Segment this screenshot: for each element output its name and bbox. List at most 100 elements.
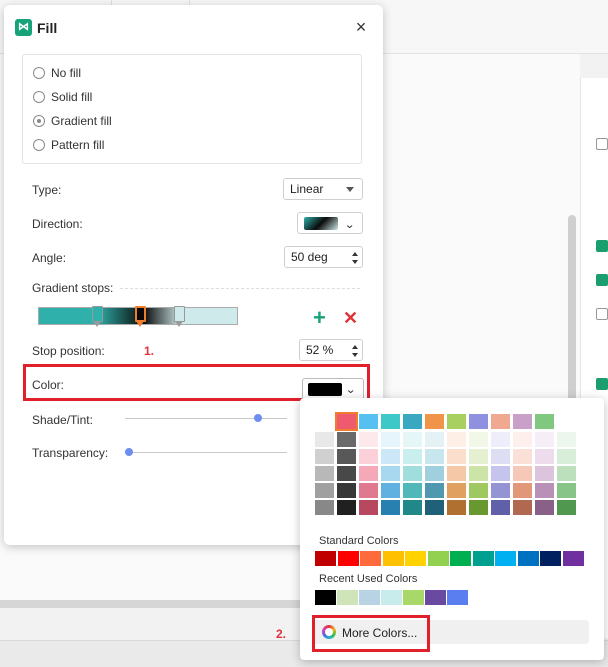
theme-shade-swatch[interactable]: [469, 432, 488, 447]
theme-shade-swatch[interactable]: [381, 466, 400, 481]
theme-shade-swatch[interactable]: [337, 466, 356, 481]
panel-checkbox[interactable]: [596, 274, 608, 286]
theme-shade-swatch[interactable]: [491, 483, 510, 498]
theme-shade-swatch[interactable]: [447, 432, 466, 447]
theme-shade-swatch[interactable]: [315, 500, 334, 515]
theme-shade-swatch[interactable]: [359, 449, 378, 464]
direction-select[interactable]: ⌄: [297, 212, 363, 234]
theme-shade-swatch[interactable]: [557, 483, 576, 498]
recent-color-swatch[interactable]: [315, 590, 336, 605]
recent-color-swatch[interactable]: [403, 590, 424, 605]
recent-color-swatch[interactable]: [359, 590, 380, 605]
transparency-knob[interactable]: [125, 448, 133, 456]
panel-checkbox[interactable]: [596, 308, 608, 320]
theme-shade-swatch[interactable]: [535, 449, 554, 464]
theme-shade-swatch[interactable]: [425, 500, 444, 515]
radio-no-fill[interactable]: No fill: [33, 64, 81, 82]
recent-color-swatch[interactable]: [425, 590, 446, 605]
standard-color-swatch[interactable]: [540, 551, 561, 566]
theme-shade-swatch[interactable]: [315, 449, 334, 464]
theme-color-swatch[interactable]: [513, 414, 532, 429]
panel-checkbox[interactable]: [596, 378, 608, 390]
theme-shade-swatch[interactable]: [425, 432, 444, 447]
gradient-stop-handle[interactable]: [174, 306, 185, 328]
theme-shade-swatch[interactable]: [403, 449, 422, 464]
theme-shade-swatch[interactable]: [491, 432, 510, 447]
theme-shade-swatch[interactable]: [513, 432, 532, 447]
theme-shade-swatch[interactable]: [359, 432, 378, 447]
theme-shade-swatch[interactable]: [447, 449, 466, 464]
theme-shade-swatch[interactable]: [447, 466, 466, 481]
add-stop-icon[interactable]: +: [313, 307, 326, 329]
spin-up-icon[interactable]: [352, 252, 358, 256]
radio-gradient-fill[interactable]: Gradient fill: [33, 112, 112, 130]
panel-checkbox[interactable]: [596, 240, 608, 252]
theme-shade-swatch[interactable]: [315, 483, 334, 498]
standard-color-swatch[interactable]: [472, 551, 494, 566]
theme-shade-swatch[interactable]: [337, 500, 356, 515]
panel-checkbox[interactable]: [596, 138, 608, 150]
radio-pattern-fill[interactable]: Pattern fill: [33, 136, 104, 154]
gradient-stop-handle[interactable]: [92, 306, 103, 328]
standard-color-swatch[interactable]: [427, 551, 449, 566]
theme-shade-swatch[interactable]: [535, 432, 554, 447]
theme-shade-swatch[interactable]: [447, 483, 466, 498]
stop-position-stepper[interactable]: 52 %: [299, 339, 363, 361]
type-select[interactable]: Linear: [283, 178, 363, 200]
theme-shade-swatch[interactable]: [403, 432, 422, 447]
standard-color-swatch[interactable]: [562, 551, 584, 566]
theme-shade-swatch[interactable]: [447, 500, 466, 515]
theme-color-swatch[interactable]: [381, 414, 400, 429]
standard-color-swatch[interactable]: [450, 551, 471, 566]
transparency-slider[interactable]: [125, 452, 287, 453]
theme-color-swatch[interactable]: [425, 414, 444, 429]
recent-color-swatch[interactable]: [337, 590, 358, 605]
standard-color-swatch[interactable]: [405, 551, 426, 566]
theme-shade-swatch[interactable]: [557, 432, 576, 447]
theme-shade-swatch[interactable]: [403, 466, 422, 481]
radio-solid-fill[interactable]: Solid fill: [33, 88, 92, 106]
radio-button-selected[interactable]: [33, 115, 45, 127]
close-icon[interactable]: ×: [352, 18, 370, 36]
recent-color-swatch[interactable]: [381, 590, 402, 605]
standard-color-swatch[interactable]: [382, 551, 404, 566]
theme-shade-swatch[interactable]: [535, 483, 554, 498]
theme-shade-swatch[interactable]: [513, 449, 532, 464]
theme-shade-swatch[interactable]: [425, 466, 444, 481]
theme-shade-swatch[interactable]: [359, 500, 378, 515]
radio-button[interactable]: [33, 91, 45, 103]
theme-shade-swatch[interactable]: [381, 432, 400, 447]
theme-shade-swatch[interactable]: [425, 449, 444, 464]
theme-shade-swatch[interactable]: [469, 449, 488, 464]
theme-shade-swatch[interactable]: [381, 500, 400, 515]
standard-color-swatch[interactable]: [495, 551, 516, 566]
theme-shade-swatch[interactable]: [557, 500, 576, 515]
theme-shade-swatch[interactable]: [469, 500, 488, 515]
spin-down-icon[interactable]: [352, 353, 358, 357]
standard-color-swatch[interactable]: [315, 551, 336, 566]
theme-shade-swatch[interactable]: [513, 483, 532, 498]
theme-shade-swatch[interactable]: [513, 500, 532, 515]
standard-color-swatch[interactable]: [337, 551, 359, 566]
theme-color-swatch[interactable]: [535, 414, 554, 429]
theme-shade-swatch[interactable]: [381, 483, 400, 498]
shade-tint-knob[interactable]: [253, 414, 262, 422]
theme-shade-swatch[interactable]: [315, 466, 334, 481]
theme-shade-swatch[interactable]: [535, 500, 554, 515]
angle-stepper[interactable]: 50 deg: [284, 246, 363, 268]
theme-shade-swatch[interactable]: [315, 432, 334, 447]
shade-tint-slider[interactable]: [125, 418, 287, 419]
theme-color-swatch[interactable]: [359, 414, 378, 429]
theme-shade-swatch[interactable]: [381, 449, 400, 464]
theme-shade-swatch[interactable]: [403, 500, 422, 515]
theme-color-swatch[interactable]: [447, 414, 466, 429]
theme-shade-swatch[interactable]: [491, 466, 510, 481]
remove-stop-icon[interactable]: ✕: [343, 309, 358, 327]
theme-shade-swatch[interactable]: [425, 483, 444, 498]
theme-shade-swatch[interactable]: [469, 483, 488, 498]
radio-button[interactable]: [33, 139, 45, 151]
theme-shade-swatch[interactable]: [403, 483, 422, 498]
theme-shade-swatch[interactable]: [491, 449, 510, 464]
theme-shade-swatch[interactable]: [557, 449, 576, 464]
spin-up-icon[interactable]: [352, 345, 358, 349]
